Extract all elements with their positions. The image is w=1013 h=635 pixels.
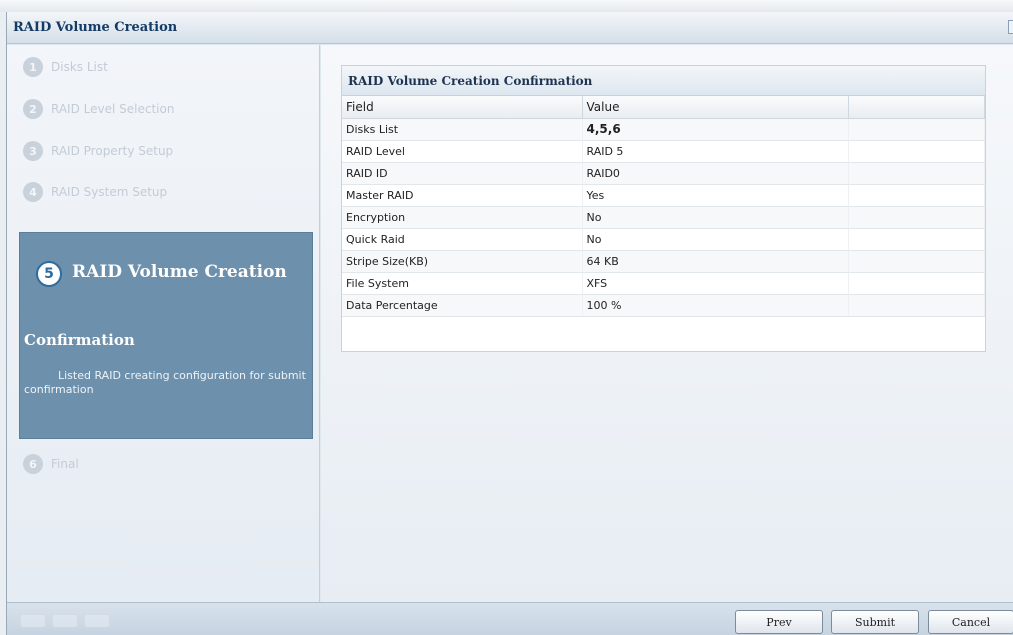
step-label: Final xyxy=(51,457,79,471)
step-raid-level-selection: 2 RAID Level Selection xyxy=(23,97,174,121)
confirmation-table: Field Value Disks List 4,5,6 RAID Level … xyxy=(342,96,985,317)
step-raid-system-setup: 4 RAID System Setup xyxy=(23,180,167,204)
step-disks-list: 1 Disks List xyxy=(23,55,108,79)
footer-icon xyxy=(21,615,45,627)
table-row[interactable]: RAID Level RAID 5 xyxy=(342,140,985,163)
field-cell: Encryption xyxy=(342,206,583,229)
step-number-icon: 1 xyxy=(23,57,43,77)
value-cell: RAID 5 xyxy=(582,140,849,163)
field-cell: Master RAID xyxy=(342,184,583,207)
step-number-icon: 2 xyxy=(23,99,43,119)
panel-title: RAID Volume Creation Confirmation xyxy=(342,66,985,96)
active-step-title: RAID Volume Creation xyxy=(72,262,287,282)
step-number-icon: 3 xyxy=(23,141,43,161)
footer-icon xyxy=(85,615,109,627)
window-title: RAID Volume Creation xyxy=(13,20,178,35)
field-cell: RAID Level xyxy=(342,140,583,163)
column-header-field[interactable]: Field xyxy=(342,96,583,119)
active-step-number-icon: 5 xyxy=(36,261,62,287)
step-label: RAID System Setup xyxy=(51,185,168,199)
step-raid-property-setup: 3 RAID Property Setup xyxy=(23,139,173,163)
step-number-icon: 6 xyxy=(23,454,43,474)
step-final: 6 Final xyxy=(23,452,79,476)
cancel-button[interactable]: Cancel xyxy=(928,610,1013,634)
value-cell: XFS xyxy=(582,272,849,295)
value-cell: RAID0 xyxy=(582,162,849,185)
prev-button[interactable]: Prev xyxy=(735,610,823,634)
value-cell: 4,5,6 xyxy=(582,118,849,141)
column-header-empty xyxy=(848,96,985,119)
active-step-subtitle: Confirmation xyxy=(24,331,135,349)
step-number-icon: 4 xyxy=(23,182,43,202)
wizard-footer: Prev Submit Cancel xyxy=(7,602,1013,635)
footer-icon xyxy=(53,615,77,627)
step-label: RAID Property Setup xyxy=(51,144,174,158)
table-row[interactable]: Stripe Size(KB) 64 KB xyxy=(342,250,985,273)
table-row[interactable]: Disks List 4,5,6 xyxy=(342,118,985,141)
field-cell: Disks List xyxy=(342,118,583,141)
title-bar: RAID Volume Creation xyxy=(7,12,1013,44)
field-cell: RAID ID xyxy=(342,162,583,185)
table-row[interactable]: Master RAID Yes xyxy=(342,184,985,207)
field-cell: Quick Raid xyxy=(342,228,583,251)
footer-icons xyxy=(21,615,109,627)
table-row[interactable]: Encryption No xyxy=(342,206,985,229)
value-cell: 64 KB xyxy=(582,250,849,273)
confirmation-panel: RAID Volume Creation Confirmation Field … xyxy=(341,65,986,352)
wizard-steps-sidebar: 1 Disks List 2 RAID Level Selection 3 RA… xyxy=(7,45,320,602)
top-strip xyxy=(0,0,1013,12)
table-row[interactable]: Data Percentage 100 % xyxy=(342,294,985,317)
field-cell: Stripe Size(KB) xyxy=(342,250,583,273)
submit-button[interactable]: Submit xyxy=(831,610,919,634)
value-cell: No xyxy=(582,206,849,229)
window-close-icon[interactable] xyxy=(1008,20,1013,34)
active-step-raid-volume-creation: 5 RAID Volume Creation Confirmation List… xyxy=(19,232,313,439)
raid-wizard-window: RAID Volume Creation 1 Disks List 2 RAID… xyxy=(6,12,1013,635)
value-cell: 100 % xyxy=(582,294,849,317)
table-row[interactable]: RAID ID RAID0 xyxy=(342,162,985,185)
field-cell: File System xyxy=(342,272,583,295)
table-header-row: Field Value xyxy=(342,96,985,119)
field-cell: Data Percentage xyxy=(342,294,583,317)
table-row[interactable]: File System XFS xyxy=(342,272,985,295)
table-row[interactable]: Quick Raid No xyxy=(342,228,985,251)
step-label: RAID Level Selection xyxy=(51,102,175,116)
step-label: Disks List xyxy=(51,60,108,74)
content-area: RAID Volume Creation Confirmation Field … xyxy=(321,45,1013,602)
value-cell: No xyxy=(582,228,849,251)
active-step-description: Listed RAID creating configuration for s… xyxy=(24,369,306,396)
value-cell: Yes xyxy=(582,184,849,207)
column-header-value[interactable]: Value xyxy=(582,96,849,119)
